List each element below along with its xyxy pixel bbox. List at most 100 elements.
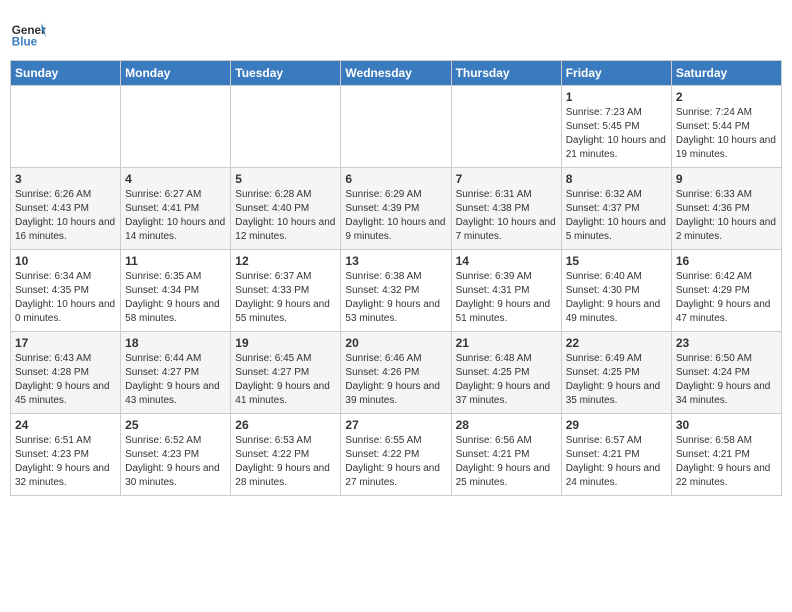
day-number: 12 — [235, 254, 336, 268]
day-number: 11 — [125, 254, 226, 268]
calendar-day-cell: 15Sunrise: 6:40 AM Sunset: 4:30 PM Dayli… — [561, 250, 671, 332]
calendar-day-cell: 28 Sunrise: 6:56 AM Sunset: 4:21 PM Dayli… — [451, 414, 561, 496]
calendar-week-row: 10Sunrise: 6:34 AM Sunset: 4:35 PM Dayli… — [11, 250, 782, 332]
day-number: 26 — [235, 418, 336, 432]
calendar-week-row: 1Sunrise: 7:23 AM Sunset: 5:45 PM Daylig… — [11, 86, 782, 168]
day-info: Sunrise: 6:58 AM Sunset: 4:21 PM Dayligh… — [676, 434, 777, 490]
calendar-day-cell: 17 Sunrise: 6:43 AM Sunset: 4:28 PM Dayli… — [11, 332, 121, 414]
day-number: 14 — [456, 254, 557, 268]
day-number: 23 — [676, 336, 777, 350]
day-number: 17 — [15, 336, 116, 350]
day-number: 8 — [566, 172, 667, 186]
calendar-day-cell: 26 Sunrise: 6:53 AM Sunset: 4:22 PM Dayli… — [231, 414, 341, 496]
day-info: Sunrise: 6:45 AM Sunset: 4:27 PM Dayligh… — [235, 352, 336, 408]
day-info: Sunrise: 7:24 AM Sunset: 5:44 PM Dayligh… — [676, 106, 777, 162]
weekday-header: Monday — [121, 61, 231, 86]
calendar-day-cell: 18 Sunrise: 6:44 AM Sunset: 4:27 PM Dayli… — [121, 332, 231, 414]
day-number: 30 — [676, 418, 777, 432]
calendar-day-cell: 6 Sunrise: 6:29 AM Sunset: 4:39 PM Daylig… — [341, 168, 451, 250]
calendar-day-cell — [231, 86, 341, 168]
day-info: Sunrise: 6:39 AM Sunset: 4:31 PM Dayligh… — [456, 270, 557, 326]
day-number: 18 — [125, 336, 226, 350]
day-number: 19 — [235, 336, 336, 350]
calendar-day-cell: 23 Sunrise: 6:50 AM Sunset: 4:24 PM Dayli… — [671, 332, 781, 414]
calendar-day-cell: 13 Sunrise: 6:38 AM Sunset: 4:32 PM Dayli… — [341, 250, 451, 332]
svg-text:Blue: Blue — [12, 36, 38, 49]
calendar-day-cell — [11, 86, 121, 168]
calendar-day-cell: 7Sunrise: 6:31 AM Sunset: 4:38 PM Daylig… — [451, 168, 561, 250]
calendar-day-cell: 9 Sunrise: 6:33 AM Sunset: 4:36 PM Daylig… — [671, 168, 781, 250]
day-number: 1 — [566, 90, 667, 104]
calendar-day-cell: 3 Sunrise: 6:26 AM Sunset: 4:43 PM Daylig… — [11, 168, 121, 250]
day-number: 27 — [345, 418, 446, 432]
day-info: Sunrise: 6:50 AM Sunset: 4:24 PM Dayligh… — [676, 352, 777, 408]
day-number: 13 — [345, 254, 446, 268]
day-info: Sunrise: 6:53 AM Sunset: 4:22 PM Dayligh… — [235, 434, 336, 490]
calendar-day-cell: 1Sunrise: 7:23 AM Sunset: 5:45 PM Daylig… — [561, 86, 671, 168]
logo: General Blue — [10, 16, 50, 52]
day-number: 3 — [15, 172, 116, 186]
calendar-week-row: 3 Sunrise: 6:26 AM Sunset: 4:43 PM Daylig… — [11, 168, 782, 250]
calendar-day-cell: 27 Sunrise: 6:55 AM Sunset: 4:22 PM Dayli… — [341, 414, 451, 496]
calendar-week-row: 17 Sunrise: 6:43 AM Sunset: 4:28 PM Dayli… — [11, 332, 782, 414]
day-info: Sunrise: 6:44 AM Sunset: 4:27 PM Dayligh… — [125, 352, 226, 408]
calendar-day-cell: 14 Sunrise: 6:39 AM Sunset: 4:31 PM Dayli… — [451, 250, 561, 332]
weekday-header: Tuesday — [231, 61, 341, 86]
day-number: 21 — [456, 336, 557, 350]
day-info: Sunrise: 6:52 AM Sunset: 4:23 PM Dayligh… — [125, 434, 226, 490]
weekday-header: Friday — [561, 61, 671, 86]
day-number: 16 — [676, 254, 777, 268]
calendar-day-cell — [121, 86, 231, 168]
day-number: 2 — [676, 90, 777, 104]
calendar-day-cell: 10Sunrise: 6:34 AM Sunset: 4:35 PM Dayli… — [11, 250, 121, 332]
day-info: Sunrise: 6:49 AM Sunset: 4:25 PM Dayligh… — [566, 352, 667, 408]
day-number: 20 — [345, 336, 446, 350]
day-number: 5 — [235, 172, 336, 186]
day-number: 4 — [125, 172, 226, 186]
calendar-day-cell: 29 Sunrise: 6:57 AM Sunset: 4:21 PM Dayli… — [561, 414, 671, 496]
day-info: Sunrise: 6:26 AM Sunset: 4:43 PM Dayligh… — [15, 188, 116, 244]
weekday-header: Wednesday — [341, 61, 451, 86]
day-info: Sunrise: 6:32 AM Sunset: 4:37 PM Dayligh… — [566, 188, 667, 244]
calendar-day-cell: 22Sunrise: 6:49 AM Sunset: 4:25 PM Dayli… — [561, 332, 671, 414]
calendar-day-cell: 11 Sunrise: 6:35 AM Sunset: 4:34 PM Dayli… — [121, 250, 231, 332]
calendar-day-cell: 16 Sunrise: 6:42 AM Sunset: 4:29 PM Dayli… — [671, 250, 781, 332]
calendar-day-cell: 24 Sunrise: 6:51 AM Sunset: 4:23 PM Dayli… — [11, 414, 121, 496]
calendar-day-cell: 19 Sunrise: 6:45 AM Sunset: 4:27 PM Dayli… — [231, 332, 341, 414]
day-info: Sunrise: 6:43 AM Sunset: 4:28 PM Dayligh… — [15, 352, 116, 408]
day-number: 24 — [15, 418, 116, 432]
day-info: Sunrise: 6:48 AM Sunset: 4:25 PM Dayligh… — [456, 352, 557, 408]
calendar-table: SundayMondayTuesdayWednesdayThursdayFrid… — [10, 60, 782, 496]
day-info: Sunrise: 6:51 AM Sunset: 4:23 PM Dayligh… — [15, 434, 116, 490]
weekday-header: Thursday — [451, 61, 561, 86]
day-number: 9 — [676, 172, 777, 186]
day-number: 6 — [345, 172, 446, 186]
calendar-day-cell: 20Sunrise: 6:46 AM Sunset: 4:26 PM Dayli… — [341, 332, 451, 414]
calendar-day-cell — [341, 86, 451, 168]
day-number: 25 — [125, 418, 226, 432]
calendar-day-cell: 25 Sunrise: 6:52 AM Sunset: 4:23 PM Dayli… — [121, 414, 231, 496]
day-info: Sunrise: 6:57 AM Sunset: 4:21 PM Dayligh… — [566, 434, 667, 490]
calendar-day-cell — [451, 86, 561, 168]
day-info: Sunrise: 6:28 AM Sunset: 4:40 PM Dayligh… — [235, 188, 336, 244]
calendar-day-cell: 5 Sunrise: 6:28 AM Sunset: 4:40 PM Daylig… — [231, 168, 341, 250]
day-number: 10 — [15, 254, 116, 268]
day-info: Sunrise: 6:56 AM Sunset: 4:21 PM Dayligh… — [456, 434, 557, 490]
day-info: Sunrise: 6:29 AM Sunset: 4:39 PM Dayligh… — [345, 188, 446, 244]
day-info: Sunrise: 6:33 AM Sunset: 4:36 PM Dayligh… — [676, 188, 777, 244]
day-info: Sunrise: 6:27 AM Sunset: 4:41 PM Dayligh… — [125, 188, 226, 244]
logo-icon: General Blue — [10, 16, 46, 52]
day-info: Sunrise: 6:42 AM Sunset: 4:29 PM Dayligh… — [676, 270, 777, 326]
calendar-day-cell: 21 Sunrise: 6:48 AM Sunset: 4:25 PM Dayli… — [451, 332, 561, 414]
day-info: Sunrise: 6:38 AM Sunset: 4:32 PM Dayligh… — [345, 270, 446, 326]
day-info: Sunrise: 6:35 AM Sunset: 4:34 PM Dayligh… — [125, 270, 226, 326]
day-info: Sunrise: 6:55 AM Sunset: 4:22 PM Dayligh… — [345, 434, 446, 490]
calendar-week-row: 24 Sunrise: 6:51 AM Sunset: 4:23 PM Dayli… — [11, 414, 782, 496]
day-number: 28 — [456, 418, 557, 432]
day-number: 15 — [566, 254, 667, 268]
day-info: Sunrise: 6:31 AM Sunset: 4:38 PM Dayligh… — [456, 188, 557, 244]
calendar-day-cell: 8 Sunrise: 6:32 AM Sunset: 4:37 PM Daylig… — [561, 168, 671, 250]
day-number: 29 — [566, 418, 667, 432]
calendar-day-cell: 4 Sunrise: 6:27 AM Sunset: 4:41 PM Daylig… — [121, 168, 231, 250]
calendar-header: SundayMondayTuesdayWednesdayThursdayFrid… — [11, 61, 782, 86]
